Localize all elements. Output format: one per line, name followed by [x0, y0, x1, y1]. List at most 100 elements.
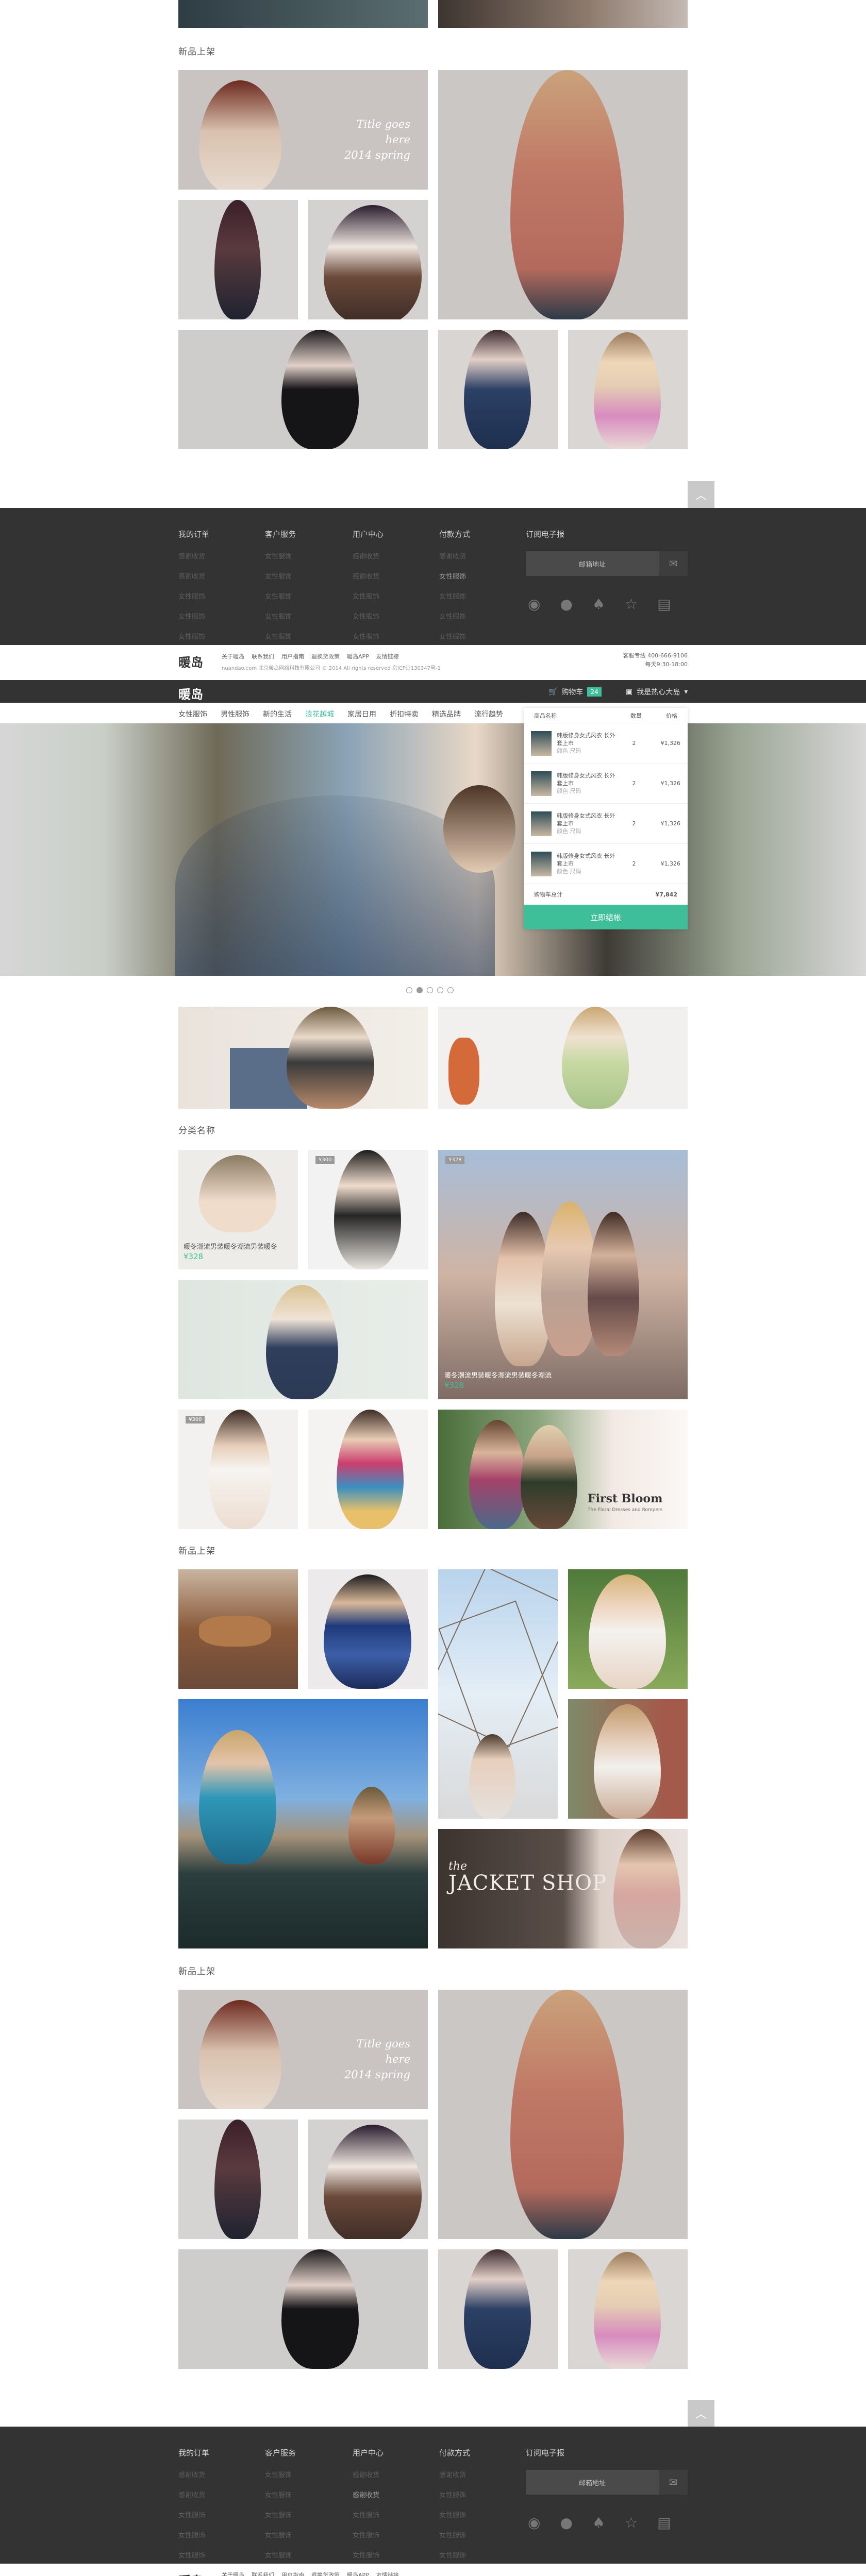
product-black-jacket-2[interactable]: [178, 2249, 428, 2369]
item-thumbnail: [531, 731, 552, 756]
footer-col-payment: 付款方式 感谢收货 女性服饰 女性服饰 女性服饰 女性服饰: [439, 530, 471, 641]
footer-1: 我的订单 感谢收货 感谢收货 女性服饰 女性服饰 女性服饰 客户服务 女性服饰 …: [0, 508, 866, 645]
product-backless-top[interactable]: [438, 70, 688, 319]
price-tag: ¥300: [315, 1156, 335, 1164]
product-leopard-3[interactable]: [178, 2120, 298, 2239]
email-subscribe-field[interactable]: 邮箱地址 ✉: [526, 2470, 688, 2495]
product-white-crop[interactable]: [568, 1569, 688, 1689]
cart-button[interactable]: 🛒 购物车 24: [548, 687, 602, 697]
product-floral-hat[interactable]: [568, 330, 688, 449]
user-icon: ▣: [626, 688, 633, 696]
product-jacket-shop[interactable]: the JACKET SHOP: [438, 1829, 688, 1948]
top-bar: 暖岛 🛒 购物车 24 ▣ 我是热心大岛 ▾: [0, 680, 866, 703]
legal-links: 关于暖岛 联系我们 用户指南 退换货政策 暖岛APP 友情链接: [222, 2572, 399, 2576]
mini-cart-item[interactable]: 韩版修身女式风衣 长外套上市 颜色 尺码 2 ¥1,326: [524, 844, 688, 884]
carousel-dots: [406, 987, 454, 993]
banner-spring-2[interactable]: Title goes here 2014 spring: [178, 1990, 428, 2109]
product-geodesic[interactable]: [438, 1569, 558, 1819]
banner-spring[interactable]: Title goes here 2014 spring: [178, 70, 428, 190]
product-floral-hat-2[interactable]: [568, 2249, 688, 2369]
mini-cart-header: 商品名称 数量 价格: [524, 708, 688, 723]
promo-card-right[interactable]: [438, 1007, 688, 1109]
banner-subtitle: 2014 spring: [344, 2069, 410, 2081]
legal-links: 关于暖岛 联系我们 用户指南 退换货政策 暖岛APP 友情链接: [222, 653, 399, 660]
carousel-dot-active[interactable]: [417, 987, 423, 993]
weibo-icon[interactable]: ◉: [528, 596, 540, 613]
carousel-dot[interactable]: [406, 987, 412, 993]
nav-item[interactable]: 女性服饰: [178, 709, 207, 719]
first-bloom-title: First Bloom: [588, 1492, 663, 1505]
product-card-tie-dye[interactable]: [308, 1410, 428, 1529]
product-boots[interactable]: [178, 1569, 298, 1689]
product-leopard-1[interactable]: [178, 200, 298, 319]
back-to-top-button-2[interactable]: ︿: [688, 2400, 714, 2427]
email-submit-icon[interactable]: ✉: [659, 551, 688, 576]
wechat-icon[interactable]: ●: [560, 2514, 572, 2531]
nav-item[interactable]: 家居日用: [347, 709, 376, 719]
hero-banner[interactable]: [0, 723, 866, 976]
product-black-jacket[interactable]: [178, 330, 428, 449]
product-card-first-bloom[interactable]: First Bloom The Floral Dresses and Rompe…: [438, 1410, 688, 1529]
mini-cart-item[interactable]: 韩版修身女式风衣 长外套上市 颜色 尺码 2 ¥1,326: [524, 804, 688, 844]
product-leopard-2[interactable]: [308, 200, 428, 319]
logo[interactable]: 暖岛: [178, 2571, 203, 2576]
wechat-icon[interactable]: ●: [560, 596, 572, 613]
email-submit-icon[interactable]: ✉: [659, 2470, 688, 2495]
doc-icon[interactable]: ▤: [657, 596, 671, 613]
top-cut-image-left[interactable]: [178, 0, 428, 28]
item-thumbnail: [531, 851, 552, 876]
nav-item[interactable]: 精选品牌: [432, 709, 461, 719]
back-to-top-button[interactable]: ︿: [688, 481, 714, 508]
email-subscribe-field[interactable]: 邮箱地址 ✉: [526, 551, 688, 576]
product-card-chair[interactable]: [178, 1280, 428, 1399]
mini-cart-item[interactable]: 韩版修身女式风衣 长外套上市 颜色 尺码 2 ¥1,326: [524, 723, 688, 764]
product-leopard-4[interactable]: [308, 2120, 428, 2239]
star-icon[interactable]: ☆: [625, 2514, 638, 2531]
product-card-cowboy[interactable]: ¥300: [308, 1150, 428, 1269]
nav-item[interactable]: 流行趋势: [474, 709, 503, 719]
product-backless-top-2[interactable]: [438, 1990, 688, 2239]
star-icon[interactable]: ☆: [625, 596, 638, 613]
mini-cart-item[interactable]: 韩版修身女式风衣 长外套上市 颜色 尺码 2 ¥1,326: [524, 764, 688, 804]
item-thumbnail: [531, 771, 552, 796]
jacket-shop-title: JACKET SHOP: [448, 1871, 607, 1895]
nav-bar: 女性服饰 男性服饰 新的生活 浪花越城 家居日用 折扣特卖 精选品牌 流行趋势: [0, 703, 866, 723]
user-menu[interactable]: ▣ 我是热心大岛 ▾: [626, 687, 688, 697]
carousel-dot[interactable]: [437, 987, 443, 993]
footer-col-orders: 我的订单 感谢收货 感谢收货 女性服饰 女性服饰 女性服饰: [178, 2448, 210, 2560]
nav-item[interactable]: 男性服饰: [221, 709, 249, 719]
top-cut-image-right[interactable]: [438, 0, 688, 28]
product-price: ¥328: [444, 1381, 464, 1390]
item-thumbnail: [531, 811, 552, 836]
carousel-dot[interactable]: [447, 987, 454, 993]
carousel-dot[interactable]: [427, 987, 433, 993]
footer-col-subscribe: 订阅电子报: [526, 2448, 565, 2458]
qq-icon[interactable]: ♠: [592, 2514, 605, 2531]
logo[interactable]: 暖岛: [178, 652, 203, 670]
email-placeholder: 邮箱地址: [578, 561, 606, 569]
nav-item-active[interactable]: 浪花越城: [305, 709, 334, 719]
product-denim-jacket-2[interactable]: [438, 2249, 558, 2369]
product-card-hat[interactable]: 暖冬潮流男装暖冬潮流男装暖冬 ¥328: [178, 1150, 298, 1269]
product-denim-jacket[interactable]: [438, 330, 558, 449]
weibo-icon[interactable]: ◉: [528, 2514, 540, 2531]
product-blue-knit[interactable]: [308, 1569, 428, 1689]
doc-icon[interactable]: ▤: [657, 2514, 671, 2531]
cart-count-badge: 24: [587, 687, 602, 697]
promo-card-left[interactable]: [178, 1007, 428, 1109]
product-card-white-top[interactable]: ¥300: [178, 1410, 298, 1529]
checkout-button[interactable]: 立即结帐: [524, 905, 688, 929]
product-jeep[interactable]: [178, 1699, 428, 1948]
qq-icon[interactable]: ♠: [592, 596, 605, 613]
legal-bar-1: 暖岛 关于暖岛 联系我们 用户指南 退换货政策 暖岛APP 友情链接 nuand…: [0, 645, 866, 679]
nav-item[interactable]: 折扣特卖: [390, 709, 419, 719]
section-title-new: 新品上架: [178, 47, 215, 57]
price-tag: ¥328: [445, 1156, 465, 1164]
service-phone: 客服专线 400-666-9106 每天9:30-18:00: [623, 652, 688, 668]
product-tank-top[interactable]: [568, 1699, 688, 1819]
nav-item[interactable]: 新的生活: [263, 709, 292, 719]
page: 新品上架 Title goes here 2014 spring ︿ 我的订单 …: [0, 0, 866, 2576]
product-card-street-group[interactable]: ¥328 暖冬潮流男装暖冬潮流男装暖冬潮流 ¥328: [438, 1150, 688, 1399]
top-logo[interactable]: 暖岛: [178, 684, 203, 702]
legal-bar-2: 暖岛 关于暖岛 联系我们 用户指南 退换货政策 暖岛APP 友情链接: [0, 2564, 866, 2576]
